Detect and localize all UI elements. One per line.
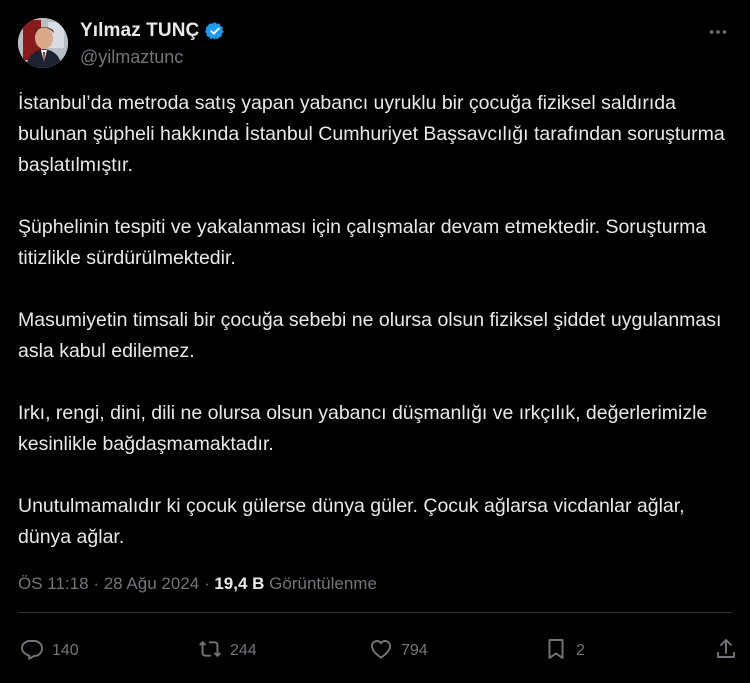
repost-count: 244 (230, 642, 257, 659)
tweet-paragraph-5: Unutulmamalıdır ki çocuk gülerse dünya g… (18, 495, 691, 548)
tweet-text: İstanbul’da metroda satış yapan yabancı … (18, 88, 730, 553)
like-button[interactable]: 794 (369, 634, 428, 668)
bookmark-count: 2 (576, 642, 585, 659)
tweet-paragraph-2: Şüphelinin tespiti ve yakalanması için ç… (18, 216, 712, 269)
action-bar: 140 244 794 2 (18, 634, 740, 668)
avatar[interactable] (18, 18, 68, 68)
share-button[interactable] (714, 634, 738, 668)
repost-button[interactable]: 244 (198, 634, 257, 668)
divider (18, 612, 732, 613)
views-label: Görüntülenme (269, 574, 377, 593)
share-icon (714, 637, 738, 666)
tweet: Yılmaz TUNÇ @yilmaztunc İstanbul’da metr… (0, 0, 750, 683)
bookmark-button[interactable]: 2 (544, 634, 585, 668)
meta-separator: · (203, 574, 210, 593)
verified-badge-icon (205, 21, 225, 41)
tweet-meta: ÖS 11:18 · 28 Ağu 2024 · 19,4 B Görüntül… (18, 574, 377, 594)
tweet-paragraph-3: Masumiyetin timsali bir çocuğa sebebi ne… (18, 309, 727, 362)
tweet-date[interactable]: 28 Ağu 2024 (104, 574, 199, 593)
meta-separator: · (93, 574, 99, 593)
profile-photo (18, 18, 68, 68)
handle[interactable]: @yilmaztunc (80, 47, 225, 68)
tweet-paragraph-4: Irkı, rengi, dini, dili ne olursa olsun … (18, 402, 713, 455)
author-names: Yılmaz TUNÇ @yilmaztunc (80, 20, 225, 68)
tweet-header: Yılmaz TUNÇ @yilmaztunc (18, 18, 732, 72)
reply-button[interactable]: 140 (20, 634, 79, 668)
reply-count: 140 (52, 642, 79, 659)
bookmark-icon (544, 637, 568, 666)
tweet-time[interactable]: ÖS 11:18 (18, 574, 89, 593)
display-name[interactable]: Yılmaz TUNÇ (80, 20, 199, 42)
repost-icon (198, 637, 222, 666)
more-horizontal-icon[interactable] (706, 20, 730, 44)
views-count: 19,4 B (214, 574, 265, 593)
display-name-row: Yılmaz TUNÇ (80, 20, 225, 42)
tweet-paragraph-1: İstanbul’da metroda satış yapan yabancı … (18, 92, 731, 176)
like-count: 794 (401, 642, 428, 659)
like-icon (369, 637, 393, 666)
reply-icon (20, 637, 44, 666)
